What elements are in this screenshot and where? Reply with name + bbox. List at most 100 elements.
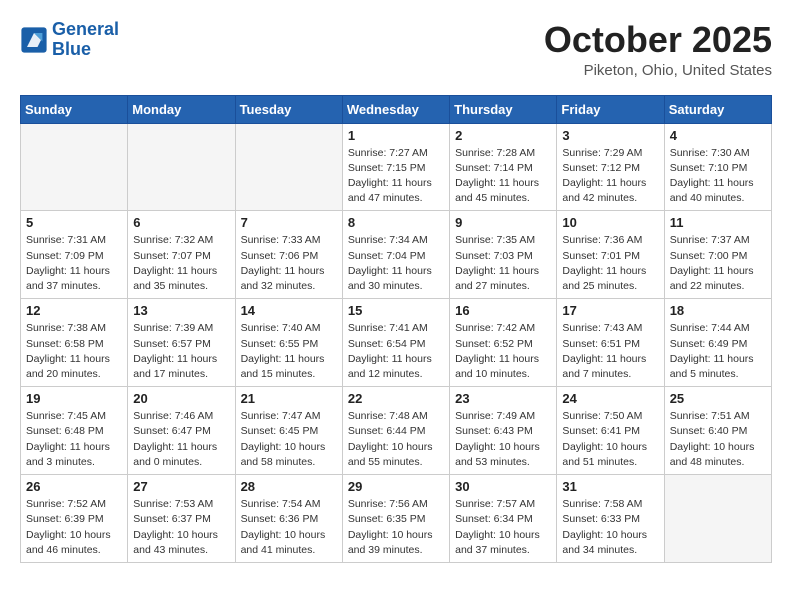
day-info: Sunrise: 7:28 AM Sunset: 7:14 PM Dayligh… — [455, 146, 551, 207]
day-number: 27 — [133, 479, 229, 494]
day-info: Sunrise: 7:44 AM Sunset: 6:49 PM Dayligh… — [670, 321, 766, 382]
calendar-cell: 30Sunrise: 7:57 AM Sunset: 6:34 PM Dayli… — [450, 475, 557, 563]
calendar-cell — [235, 123, 342, 211]
day-number: 10 — [562, 215, 658, 230]
weekday-header: Tuesday — [235, 95, 342, 123]
calendar-cell: 1 Sunrise: 7:27 AM Sunset: 7:15 PM Daylig… — [342, 123, 449, 211]
calendar-cell: 23Sunrise: 7:49 AM Sunset: 6:43 PM Dayli… — [450, 387, 557, 475]
logo-line1: General — [52, 19, 119, 39]
calendar-cell: 19 Sunrise: 7:45 AM Sunset: 6:48 PM Dayli… — [21, 387, 128, 475]
calendar-week-row: 5 Sunrise: 7:31 AM Sunset: 7:09 PM Daylig… — [21, 211, 772, 299]
page-header: General Blue October 2025 Piketon, Ohio,… — [20, 20, 772, 79]
calendar-cell: 24Sunrise: 7:50 AM Sunset: 6:41 PM Dayli… — [557, 387, 664, 475]
calendar-cell: 18 Sunrise: 7:44 AM Sunset: 6:49 PM Dayli… — [664, 299, 771, 387]
calendar-cell: 5 Sunrise: 7:31 AM Sunset: 7:09 PM Daylig… — [21, 211, 128, 299]
calendar-cell: 10 Sunrise: 7:36 AM Sunset: 7:01 PM Dayli… — [557, 211, 664, 299]
day-info: Sunrise: 7:46 AM Sunset: 6:47 PM Dayligh… — [133, 409, 229, 470]
day-number: 29 — [348, 479, 444, 494]
calendar-cell: 4Sunrise: 7:30 AM Sunset: 7:10 PM Daylig… — [664, 123, 771, 211]
day-number: 21 — [241, 391, 337, 406]
day-info: Sunrise: 7:35 AM Sunset: 7:03 PM Dayligh… — [455, 233, 551, 294]
calendar-cell: 8Sunrise: 7:34 AM Sunset: 7:04 PM Daylig… — [342, 211, 449, 299]
logo-text: General Blue — [52, 20, 119, 60]
weekday-header: Sunday — [21, 95, 128, 123]
logo-icon — [20, 26, 48, 54]
calendar-cell: 11 Sunrise: 7:37 AM Sunset: 7:00 PM Dayli… — [664, 211, 771, 299]
day-info: Sunrise: 7:45 AM Sunset: 6:48 PM Dayligh… — [26, 409, 122, 470]
day-info: Sunrise: 7:51 AM Sunset: 6:40 PM Dayligh… — [670, 409, 766, 470]
day-info: Sunrise: 7:43 AM Sunset: 6:51 PM Dayligh… — [562, 321, 658, 382]
calendar-cell: 26 Sunrise: 7:52 AM Sunset: 6:39 PM Dayli… — [21, 475, 128, 563]
weekday-header: Friday — [557, 95, 664, 123]
day-info: Sunrise: 7:34 AM Sunset: 7:04 PM Dayligh… — [348, 233, 444, 294]
calendar-cell: 12 Sunrise: 7:38 AM Sunset: 6:58 PM Dayli… — [21, 299, 128, 387]
calendar-cell: 27 Sunrise: 7:53 AM Sunset: 6:37 PM Dayli… — [128, 475, 235, 563]
day-info: Sunrise: 7:37 AM Sunset: 7:00 PM Dayligh… — [670, 233, 766, 294]
day-info: Sunrise: 7:31 AM Sunset: 7:09 PM Dayligh… — [26, 233, 122, 294]
calendar-week-row: 1 Sunrise: 7:27 AM Sunset: 7:15 PM Daylig… — [21, 123, 772, 211]
location: Piketon, Ohio, United States — [544, 62, 772, 79]
calendar-cell: 15Sunrise: 7:41 AM Sunset: 6:54 PM Dayli… — [342, 299, 449, 387]
day-info: Sunrise: 7:47 AM Sunset: 6:45 PM Dayligh… — [241, 409, 337, 470]
calendar-cell: 16 Sunrise: 7:42 AM Sunset: 6:52 PM Dayli… — [450, 299, 557, 387]
day-info: Sunrise: 7:50 AM Sunset: 6:41 PM Dayligh… — [562, 409, 658, 470]
day-number: 2 — [455, 128, 551, 143]
calendar-header-row: SundayMondayTuesdayWednesdayThursdayFrid… — [21, 95, 772, 123]
calendar-cell — [128, 123, 235, 211]
logo: General Blue — [20, 20, 119, 60]
day-info: Sunrise: 7:27 AM Sunset: 7:15 PM Dayligh… — [348, 146, 444, 207]
day-number: 14 — [241, 303, 337, 318]
calendar-cell: 2 Sunrise: 7:28 AM Sunset: 7:14 PM Daylig… — [450, 123, 557, 211]
day-number: 28 — [241, 479, 337, 494]
weekday-header: Saturday — [664, 95, 771, 123]
day-info: Sunrise: 7:53 AM Sunset: 6:37 PM Dayligh… — [133, 497, 229, 558]
day-info: Sunrise: 7:41 AM Sunset: 6:54 PM Dayligh… — [348, 321, 444, 382]
weekday-header: Monday — [128, 95, 235, 123]
month-title: October 2025 — [544, 20, 772, 60]
day-number: 3 — [562, 128, 658, 143]
weekday-header: Thursday — [450, 95, 557, 123]
calendar-cell: 31 Sunrise: 7:58 AM Sunset: 6:33 PM Dayli… — [557, 475, 664, 563]
day-info: Sunrise: 7:58 AM Sunset: 6:33 PM Dayligh… — [562, 497, 658, 558]
day-number: 18 — [670, 303, 766, 318]
day-number: 1 — [348, 128, 444, 143]
day-number: 11 — [670, 215, 766, 230]
day-number: 17 — [562, 303, 658, 318]
day-number: 7 — [241, 215, 337, 230]
day-number: 12 — [26, 303, 122, 318]
day-info: Sunrise: 7:38 AM Sunset: 6:58 PM Dayligh… — [26, 321, 122, 382]
day-number: 16 — [455, 303, 551, 318]
day-info: Sunrise: 7:40 AM Sunset: 6:55 PM Dayligh… — [241, 321, 337, 382]
day-info: Sunrise: 7:54 AM Sunset: 6:36 PM Dayligh… — [241, 497, 337, 558]
calendar-cell: 28 Sunrise: 7:54 AM Sunset: 6:36 PM Dayli… — [235, 475, 342, 563]
day-number: 5 — [26, 215, 122, 230]
day-info: Sunrise: 7:42 AM Sunset: 6:52 PM Dayligh… — [455, 321, 551, 382]
day-number: 30 — [455, 479, 551, 494]
day-number: 9 — [455, 215, 551, 230]
calendar-cell — [21, 123, 128, 211]
calendar-week-row: 26 Sunrise: 7:52 AM Sunset: 6:39 PM Dayli… — [21, 475, 772, 563]
day-number: 25 — [670, 391, 766, 406]
day-info: Sunrise: 7:29 AM Sunset: 7:12 PM Dayligh… — [562, 146, 658, 207]
weekday-header: Wednesday — [342, 95, 449, 123]
day-info: Sunrise: 7:56 AM Sunset: 6:35 PM Dayligh… — [348, 497, 444, 558]
title-block: October 2025 Piketon, Ohio, United State… — [544, 20, 772, 79]
day-info: Sunrise: 7:30 AM Sunset: 7:10 PM Dayligh… — [670, 146, 766, 207]
calendar-cell: 29 Sunrise: 7:56 AM Sunset: 6:35 PM Dayli… — [342, 475, 449, 563]
calendar-cell — [664, 475, 771, 563]
calendar-cell: 22Sunrise: 7:48 AM Sunset: 6:44 PM Dayli… — [342, 387, 449, 475]
day-info: Sunrise: 7:36 AM Sunset: 7:01 PM Dayligh… — [562, 233, 658, 294]
day-number: 23 — [455, 391, 551, 406]
day-number: 13 — [133, 303, 229, 318]
calendar-cell: 9 Sunrise: 7:35 AM Sunset: 7:03 PM Daylig… — [450, 211, 557, 299]
calendar-cell: 20Sunrise: 7:46 AM Sunset: 6:47 PM Dayli… — [128, 387, 235, 475]
day-info: Sunrise: 7:48 AM Sunset: 6:44 PM Dayligh… — [348, 409, 444, 470]
day-info: Sunrise: 7:33 AM Sunset: 7:06 PM Dayligh… — [241, 233, 337, 294]
day-number: 31 — [562, 479, 658, 494]
day-number: 26 — [26, 479, 122, 494]
day-info: Sunrise: 7:52 AM Sunset: 6:39 PM Dayligh… — [26, 497, 122, 558]
calendar-week-row: 12 Sunrise: 7:38 AM Sunset: 6:58 PM Dayli… — [21, 299, 772, 387]
day-number: 19 — [26, 391, 122, 406]
calendar-cell: 6Sunrise: 7:32 AM Sunset: 7:07 PM Daylig… — [128, 211, 235, 299]
logo-line2: Blue — [52, 39, 91, 59]
